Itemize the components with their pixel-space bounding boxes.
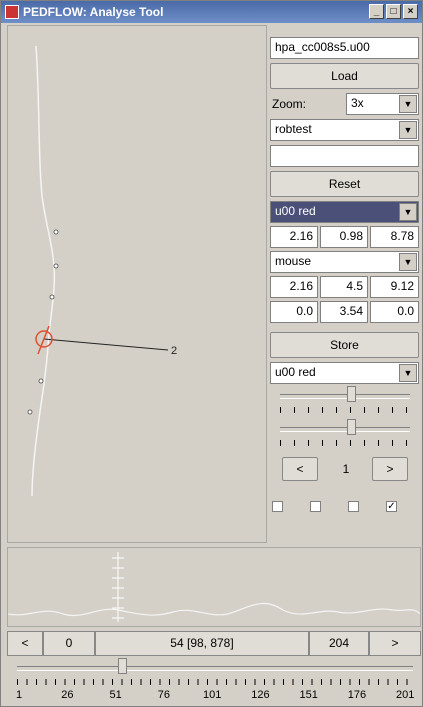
reset-button[interactable]: Reset (270, 171, 419, 197)
signal-view[interactable] (7, 547, 421, 627)
checkbox-3[interactable] (348, 501, 359, 512)
frame-tick-label: 51 (109, 689, 122, 701)
frame-prev-button[interactable]: < (7, 631, 43, 656)
track-value: u00 red (275, 204, 316, 218)
signal-curve (7, 602, 421, 616)
filename-field[interactable]: hpa_cc008s5.u00 (270, 37, 419, 59)
frame-tick-labels: 1 26 51 76 101 126 151 176 201 (1, 689, 423, 705)
frame-tick-label: 76 (157, 689, 170, 701)
slider-2-ticks (280, 440, 410, 446)
trajectory-point[interactable] (53, 263, 59, 269)
trajectory-plot: 2 (27, 45, 177, 497)
frame-tick-label: 201 (396, 689, 415, 701)
chevron-down-icon: ▼ (399, 203, 417, 221)
zoom-value: 3x (351, 96, 364, 110)
checkbox-1[interactable] (272, 501, 283, 512)
coord3-y[interactable]: 3.54 (320, 301, 368, 323)
mode-value: mouse (275, 254, 312, 268)
chevron-down-icon: ▼ (399, 253, 417, 271)
chevron-down-icon: ▼ (399, 95, 417, 113)
signal-plot (7, 552, 421, 622)
close-button[interactable]: × (403, 4, 418, 19)
coord2-z[interactable]: 9.12 (370, 276, 419, 298)
frame-end-field[interactable]: 204 (309, 631, 369, 656)
coord1-y[interactable]: 0.98 (320, 226, 368, 248)
frame-tick-label: 151 (299, 689, 318, 701)
checkbox-4[interactable]: ✓ (386, 501, 397, 512)
app-icon (5, 5, 19, 19)
trajectory-path (31, 45, 56, 497)
load-button[interactable]: Load (270, 63, 419, 89)
track-value-2: u00 red (275, 365, 316, 379)
track-select[interactable]: u00 red ▼ (270, 201, 419, 223)
trajectory-point[interactable] (38, 378, 44, 384)
next-page-button[interactable]: > (372, 457, 408, 481)
coord2-y[interactable]: 4.5 (320, 276, 368, 298)
slider-1-thumb[interactable] (346, 386, 356, 402)
app-window: PEDFLOW: Analyse Tool _ □ × 2 hpa_cc008s… (0, 0, 423, 707)
zoom-label: Zoom: (272, 97, 307, 111)
page-number: 1 (342, 462, 350, 476)
coord3-x[interactable]: 0.0 (270, 301, 318, 323)
coord2-x[interactable]: 2.16 (270, 276, 318, 298)
direction-line (43, 338, 169, 351)
frame-nav-bar: < 0 54 [98, 878] 204 > (7, 631, 421, 656)
frame-slider-thumb[interactable] (118, 658, 128, 674)
coord1-x[interactable]: 2.16 (270, 226, 318, 248)
frame-tick-label: 101 (203, 689, 222, 701)
mode-select[interactable]: mouse ▼ (270, 251, 419, 273)
slider-1-ticks (280, 407, 410, 413)
dataset-select[interactable]: robtest ▼ (270, 119, 419, 141)
frame-next-button[interactable]: > (369, 631, 421, 656)
trajectory-point[interactable] (27, 409, 33, 415)
frame-tick-label: 26 (61, 689, 74, 701)
frame-tick-label: 126 (251, 689, 270, 701)
coord1-z[interactable]: 8.78 (370, 226, 419, 248)
zoom-select[interactable]: 3x ▼ (346, 93, 419, 115)
window-title: PEDFLOW: Analyse Tool (23, 5, 164, 19)
slider-1-track (280, 394, 410, 399)
trajectory-point[interactable] (53, 229, 59, 235)
slider-2-thumb[interactable] (346, 419, 356, 435)
text-field[interactable] (270, 145, 419, 167)
coord3-z[interactable]: 0.0 (370, 301, 419, 323)
store-button[interactable]: Store (270, 332, 419, 358)
frame-info: 54 [98, 878] (95, 631, 309, 656)
frame-start-field[interactable]: 0 (43, 631, 95, 656)
maximize-button[interactable]: □ (386, 4, 401, 19)
checkbox-2[interactable] (310, 501, 321, 512)
slider-2[interactable] (280, 418, 410, 448)
marker-label: 2 (171, 345, 177, 357)
frame-slider-track (17, 666, 413, 671)
trajectory-canvas[interactable]: 2 (7, 25, 267, 543)
slider-2-track (280, 427, 410, 432)
prev-page-button[interactable]: < (282, 457, 318, 481)
title-bar[interactable]: PEDFLOW: Analyse Tool _ □ × (1, 1, 422, 23)
frame-tick-label: 1 (16, 689, 23, 701)
minimize-button[interactable]: _ (369, 4, 384, 19)
chevron-down-icon: ▼ (399, 121, 417, 139)
dataset-value: robtest (275, 122, 312, 136)
chevron-down-icon: ▼ (399, 364, 417, 382)
frame-slider-ticks (17, 679, 413, 685)
trajectory-point[interactable] (49, 294, 55, 300)
frame-tick-label: 176 (347, 689, 367, 701)
track-select-2[interactable]: u00 red ▼ (270, 362, 419, 384)
frame-slider[interactable] (17, 657, 413, 687)
slider-1[interactable] (280, 385, 410, 415)
